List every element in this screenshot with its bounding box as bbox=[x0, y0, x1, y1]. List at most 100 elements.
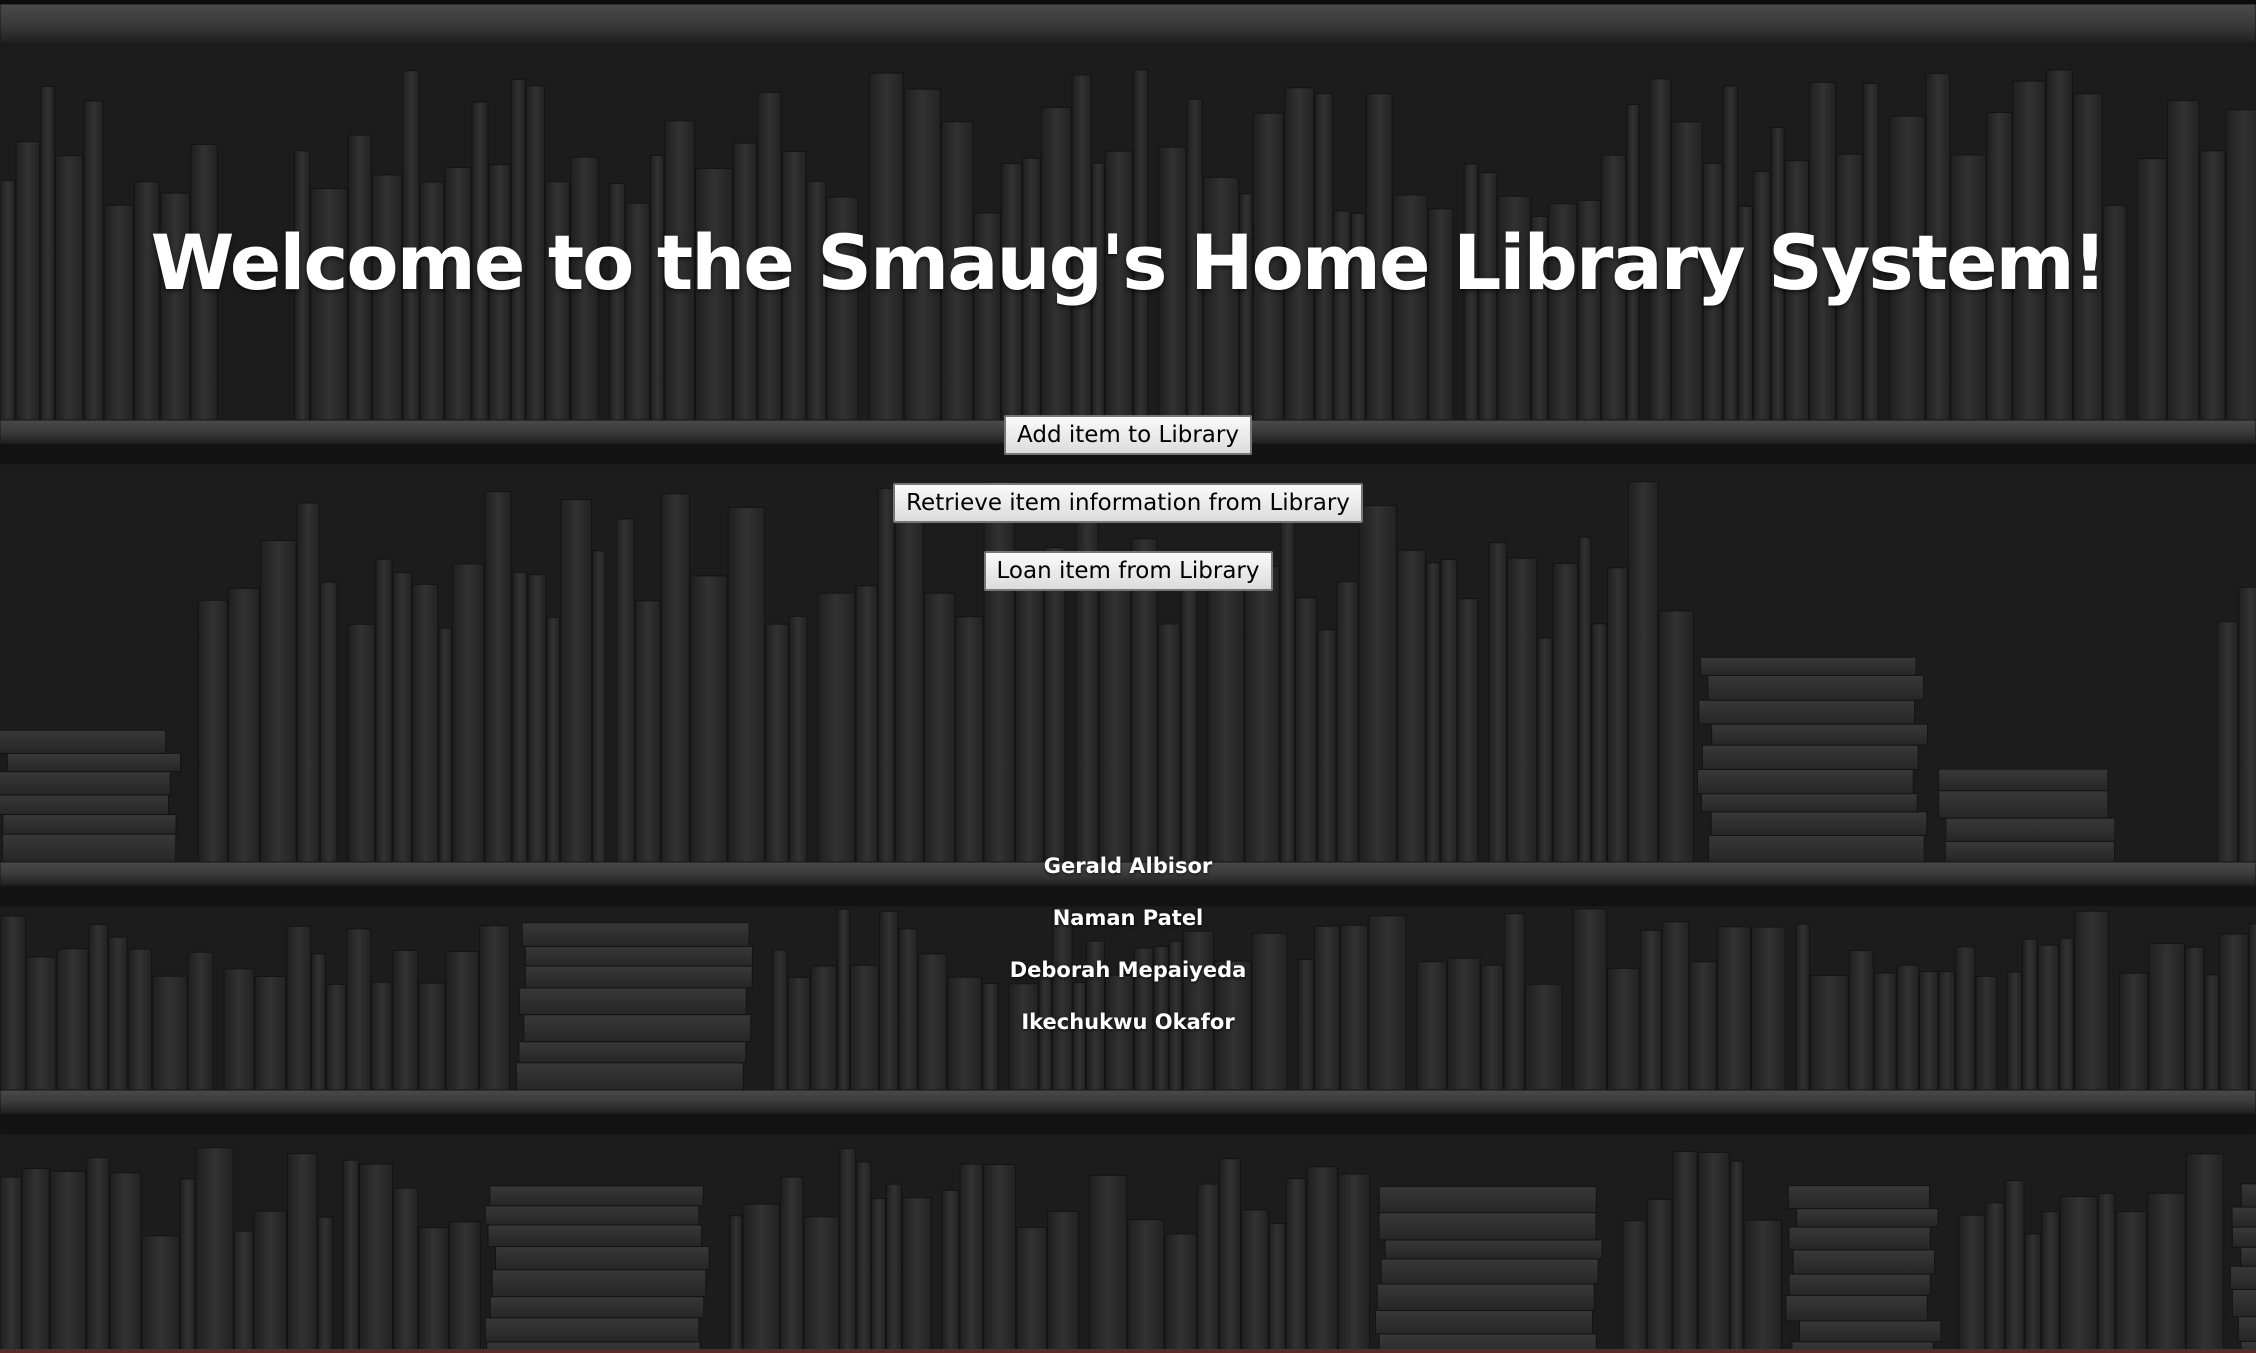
shelf-shadow bbox=[0, 1113, 2256, 1135]
book-stack bbox=[0, 794, 169, 816]
book-spine bbox=[1047, 1210, 1080, 1353]
book-spine bbox=[1985, 1202, 2005, 1353]
book-spine bbox=[197, 599, 228, 863]
book-spine bbox=[0, 1176, 22, 1353]
book-spine bbox=[86, 1157, 110, 1353]
book-stack bbox=[2240, 1183, 2256, 1208]
book-spine bbox=[780, 1176, 804, 1353]
book-spine bbox=[546, 616, 561, 863]
book-stack bbox=[1788, 1226, 1931, 1251]
book-stack bbox=[1710, 811, 1928, 837]
book-stack bbox=[2240, 1246, 2256, 1267]
book-spine bbox=[1658, 610, 1695, 863]
book-spine bbox=[2185, 1153, 2225, 1353]
credit-name: Naman Patel bbox=[1052, 906, 1204, 930]
book-spine bbox=[788, 615, 808, 863]
book-spine bbox=[21, 1168, 50, 1353]
book-spine bbox=[179, 1178, 196, 1353]
book-spine bbox=[2147, 1192, 2186, 1353]
book-stack bbox=[1701, 744, 1919, 770]
book-spine bbox=[287, 1153, 318, 1353]
book-spine bbox=[2115, 1211, 2148, 1353]
book-stack bbox=[515, 1062, 744, 1091]
book-stack bbox=[1945, 817, 2116, 842]
book-stack bbox=[1697, 768, 1914, 795]
book-spine bbox=[227, 587, 261, 863]
book-spine bbox=[1622, 1220, 1647, 1353]
book-spine bbox=[448, 1221, 481, 1353]
book-spine bbox=[2024, 1233, 2042, 1353]
credit-name: Ikechukwu Okafor bbox=[1021, 1010, 1235, 1034]
book-stack bbox=[1698, 699, 1916, 725]
book-stack bbox=[1376, 1283, 1595, 1311]
credit-name: Gerald Albisor bbox=[1043, 854, 1213, 878]
book-spine bbox=[871, 1198, 886, 1353]
book-spine bbox=[1591, 623, 1607, 863]
book-spine bbox=[1164, 1233, 1198, 1353]
top-edge bbox=[0, 0, 2256, 4]
book-stack bbox=[487, 1224, 703, 1247]
book-spine bbox=[2097, 1192, 2116, 1353]
book-spine bbox=[49, 1170, 87, 1353]
add-item-button[interactable]: Add item to Library bbox=[1004, 415, 1252, 455]
book-stack bbox=[2229, 1265, 2256, 1290]
book-spine bbox=[358, 1163, 393, 1353]
book-spine bbox=[1127, 1219, 1165, 1353]
book-spine bbox=[941, 1189, 960, 1353]
credits-list: Gerald Albisor Naman Patel Deborah Mepai… bbox=[0, 848, 2256, 1056]
book-spine bbox=[959, 1163, 984, 1353]
book-spine bbox=[2004, 1179, 2025, 1353]
book-spine bbox=[1016, 1226, 1048, 1353]
book-stack bbox=[0, 729, 167, 754]
book-spine bbox=[1337, 1173, 1371, 1353]
book-spine bbox=[1285, 1177, 1307, 1353]
loan-item-button[interactable]: Loan item from Library bbox=[983, 551, 1273, 591]
book-spine bbox=[1157, 623, 1181, 863]
bottom-edge bbox=[0, 1349, 2256, 1353]
book-spine bbox=[1268, 1223, 1286, 1353]
book-spine bbox=[109, 1172, 142, 1353]
book-spine bbox=[195, 1147, 234, 1353]
book-spine bbox=[1295, 597, 1318, 863]
book-spine bbox=[1729, 1160, 1744, 1353]
book-spine bbox=[2216, 621, 2239, 863]
book-spine bbox=[923, 592, 956, 863]
book-stack bbox=[1384, 1239, 1603, 1260]
book-spine bbox=[1306, 1166, 1338, 1353]
book-stack bbox=[1792, 1249, 1935, 1275]
book-stack bbox=[1799, 1320, 1942, 1343]
book-spine bbox=[319, 581, 338, 863]
book-spine bbox=[1197, 1183, 1220, 1353]
retrieve-item-button[interactable]: Retrieve item information from Library bbox=[893, 483, 1363, 523]
book-spine bbox=[317, 1216, 333, 1353]
book-stack bbox=[1700, 793, 1918, 813]
book-spine bbox=[1457, 598, 1479, 863]
book-stack bbox=[491, 1269, 707, 1298]
book-spine bbox=[885, 1183, 902, 1353]
book-spine bbox=[856, 1161, 872, 1353]
book-stack bbox=[495, 1245, 710, 1271]
book-spine bbox=[1743, 1219, 1782, 1353]
book-stack bbox=[2, 814, 177, 835]
book-spine bbox=[347, 623, 376, 863]
book-spine bbox=[342, 1159, 359, 1353]
book-spine bbox=[803, 1216, 840, 1353]
book-spine bbox=[634, 600, 661, 863]
book-spine bbox=[1219, 1158, 1241, 1353]
shelf-plank bbox=[0, 1089, 2256, 1115]
book-stack bbox=[2231, 1288, 2256, 1318]
book-stack bbox=[0, 771, 171, 796]
book-spine bbox=[1014, 583, 1044, 863]
book-stack bbox=[1699, 656, 1917, 676]
book-stack bbox=[1374, 1309, 1594, 1335]
page-title: Welcome to the Smaug's Home Library Syst… bbox=[150, 218, 2108, 307]
book-stack bbox=[1378, 1185, 1597, 1214]
credit-name: Deborah Mepaiyeda bbox=[1009, 958, 1247, 982]
book-spine bbox=[1697, 1151, 1730, 1353]
bookshelf-background bbox=[0, 0, 2256, 1353]
book-spine bbox=[839, 1148, 857, 1353]
book-stack bbox=[1785, 1294, 1928, 1322]
book-stack bbox=[484, 1317, 700, 1343]
book-stack bbox=[489, 1185, 704, 1207]
book-spine bbox=[742, 1203, 781, 1353]
